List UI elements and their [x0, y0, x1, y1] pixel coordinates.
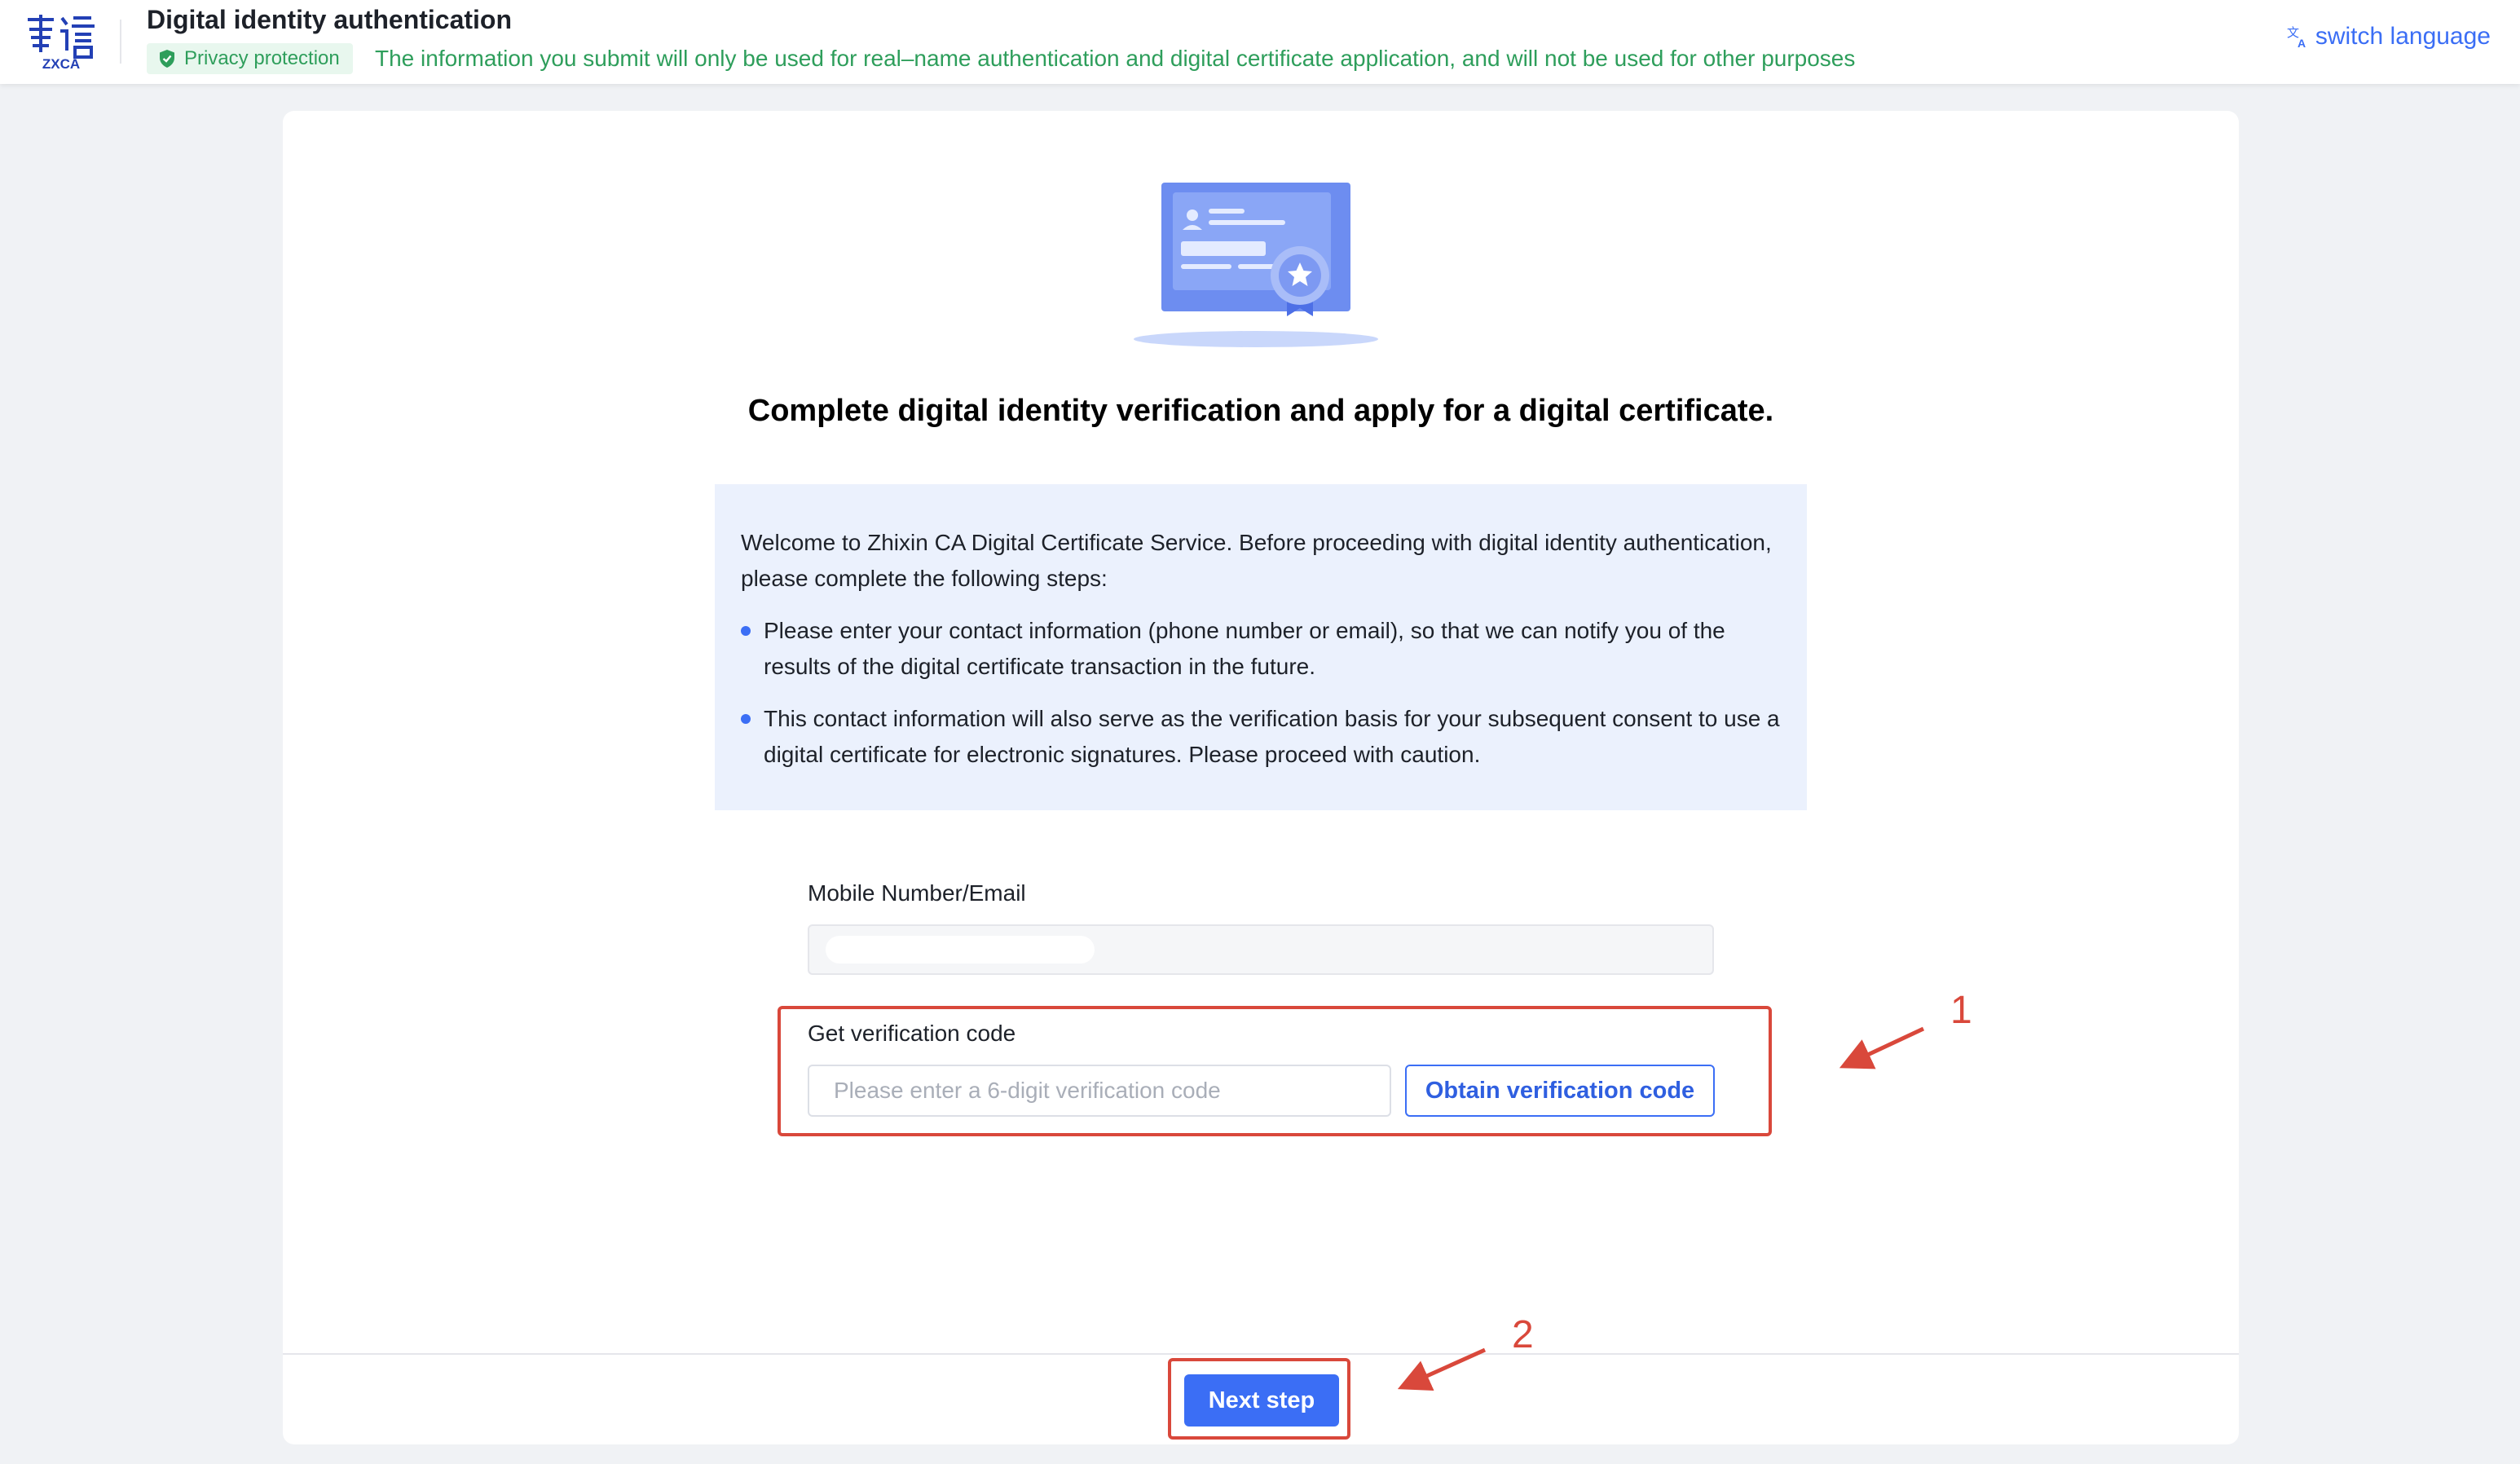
top-header: ZXCA Digital identity authentication Pri… — [0, 0, 2520, 84]
info-item-text: This contact information will also serve… — [764, 706, 1780, 767]
annotation-box-1 — [778, 1006, 1772, 1136]
info-item-text: Please enter your contact information (p… — [764, 618, 1725, 679]
privacy-note: The information you submit will only be … — [375, 46, 1856, 71]
footer-divider — [283, 1353, 2239, 1355]
annotation-number-2: 2 — [1512, 1313, 1534, 1356]
logo-divider — [120, 20, 121, 64]
bullet-dot — [741, 714, 751, 724]
main-card: Complete digital identity verification a… — [283, 111, 2239, 1444]
annotation-box-2 — [1168, 1358, 1350, 1440]
switch-language-link[interactable]: 文 A switch language — [2286, 23, 2491, 51]
info-box: Welcome to Zhixin CA Digital Certificate… — [715, 484, 1807, 810]
masked-contact-value — [826, 936, 1095, 964]
info-item: This contact information will also serve… — [741, 701, 1781, 773]
page-title: Digital identity authentication — [147, 5, 513, 34]
svg-text:A: A — [2298, 37, 2306, 49]
shield-check-icon — [160, 50, 174, 68]
logo-text: ZXCA — [42, 56, 80, 70]
privacy-badge-label: Privacy protection — [184, 47, 340, 69]
main-heading: Complete digital identity verification a… — [747, 394, 1774, 428]
annotation-number-1: 1 — [1950, 989, 1972, 1032]
bullet-dot — [741, 626, 751, 636]
info-intro: Welcome to Zhixin CA Digital Certificate… — [741, 530, 1772, 591]
contact-input[interactable] — [808, 924, 1714, 975]
switch-language-label: switch language — [2315, 23, 2491, 50]
certificate-illustration — [1126, 168, 1386, 355]
privacy-badge: Privacy protection — [147, 43, 353, 74]
translate-icon: 文 A — [2287, 25, 2306, 49]
contact-label: Mobile Number/Email — [808, 880, 1026, 906]
info-item: Please enter your contact information (p… — [741, 613, 1781, 685]
zxca-logo: ZXCA — [24, 13, 98, 72]
